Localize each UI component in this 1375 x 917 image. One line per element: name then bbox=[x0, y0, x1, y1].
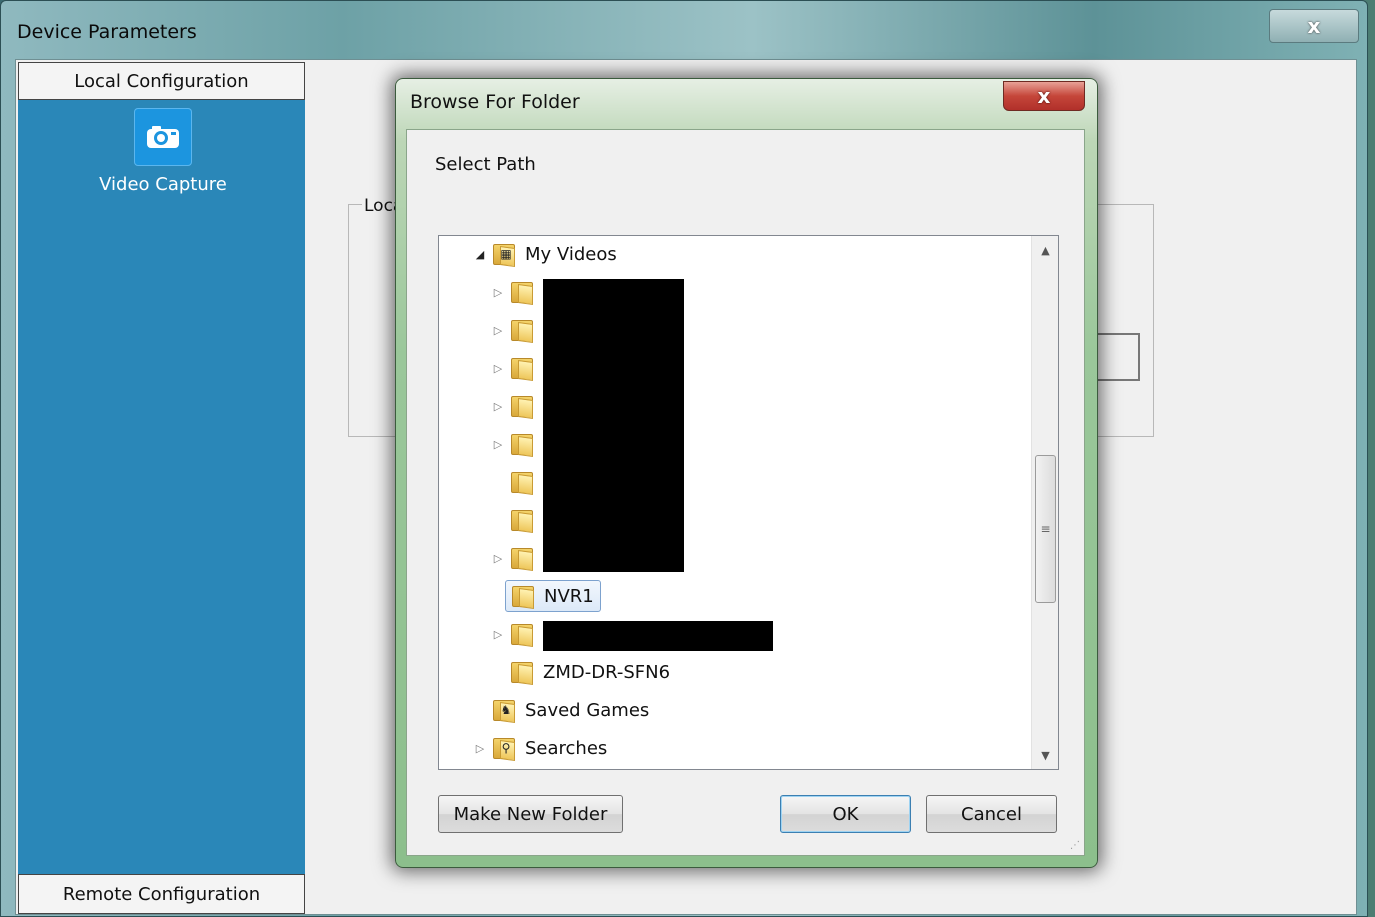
tree-item[interactable]: ▷ bbox=[491, 276, 543, 308]
window-title: Device Parameters bbox=[17, 21, 197, 43]
folder-icon bbox=[509, 621, 535, 648]
redacted-block bbox=[543, 279, 684, 572]
sidebar-item-video-capture[interactable]: Video Capture bbox=[78, 108, 248, 204]
tree-item[interactable]: ▷ bbox=[491, 314, 543, 346]
tree-item[interactable]: ▷ bbox=[491, 428, 543, 460]
folder-icon bbox=[509, 317, 535, 344]
tree-item[interactable]: ▷ bbox=[491, 352, 543, 384]
videos-folder-icon: ▦ bbox=[491, 241, 517, 268]
tree-item[interactable]: ▷ bbox=[491, 542, 543, 574]
tree-item-label: ZMD-DR-SFN6 bbox=[543, 661, 671, 683]
saved-games-folder-icon: ♞ bbox=[491, 697, 517, 724]
collapsed-arrow-icon[interactable]: ▷ bbox=[473, 741, 487, 755]
scrollbar-thumb[interactable]: ≡ bbox=[1035, 455, 1056, 603]
video-capture-label: Video Capture bbox=[99, 174, 227, 195]
collapsed-arrow-icon[interactable]: ▷ bbox=[491, 551, 505, 565]
dialog-close-button[interactable]: x bbox=[1003, 81, 1085, 111]
folder-icon bbox=[509, 355, 535, 382]
resize-grip-icon[interactable]: ⋰ bbox=[1070, 840, 1080, 851]
ok-button[interactable]: OK bbox=[780, 795, 911, 833]
tree-item[interactable]: ▷ bbox=[491, 390, 543, 422]
vertical-scrollbar[interactable]: ▲ ≡ ▼ bbox=[1031, 236, 1058, 769]
tree-item-label: Saved Games bbox=[525, 699, 650, 721]
redacted-block bbox=[543, 621, 773, 651]
browse-for-folder-dialog: Browse For Folder x Select Path ◢ ▦ My V… bbox=[395, 78, 1098, 868]
tree-item-searches[interactable]: ▷ ⚲ Searches bbox=[473, 732, 607, 764]
tree-item-saved-games[interactable]: ♞ Saved Games bbox=[491, 694, 649, 726]
tree-item-label: NVR1 bbox=[544, 585, 594, 607]
tree-item[interactable] bbox=[491, 504, 543, 536]
make-new-folder-button[interactable]: Make New Folder bbox=[438, 795, 623, 833]
tree-item-zmd-dr-sfn6[interactable]: ZMD-DR-SFN6 bbox=[509, 656, 670, 688]
folder-icon bbox=[509, 279, 535, 306]
tree-item-label: My Videos bbox=[525, 243, 617, 265]
dialog-title: Browse For Folder bbox=[410, 91, 580, 113]
folder-icon bbox=[509, 659, 535, 686]
collapsed-arrow-icon[interactable]: ▷ bbox=[491, 399, 505, 413]
expanded-arrow-icon[interactable]: ◢ bbox=[473, 247, 487, 261]
sidebar: Local Configuration Video Capture Remote… bbox=[18, 62, 305, 914]
collapsed-arrow-icon[interactable]: ▷ bbox=[491, 627, 505, 641]
folder-icon bbox=[509, 507, 535, 534]
scroll-up-arrow-icon[interactable]: ▲ bbox=[1032, 238, 1058, 262]
tree-item[interactable]: ▷ bbox=[491, 618, 543, 650]
select-path-prompt: Select Path bbox=[435, 154, 536, 175]
tree-item[interactable] bbox=[491, 466, 543, 498]
local-configuration-tab[interactable]: Local Configuration bbox=[18, 62, 305, 100]
searches-folder-icon: ⚲ bbox=[491, 735, 517, 762]
folder-icon bbox=[510, 583, 536, 610]
folder-icon bbox=[509, 545, 535, 572]
cancel-button[interactable]: Cancel bbox=[926, 795, 1057, 833]
collapsed-arrow-icon[interactable]: ▷ bbox=[491, 437, 505, 451]
folder-icon bbox=[509, 431, 535, 458]
collapsed-arrow-icon[interactable]: ▷ bbox=[491, 361, 505, 375]
tree-item-nvr1[interactable]: NVR1 bbox=[505, 578, 601, 614]
collapsed-arrow-icon[interactable]: ▷ bbox=[491, 323, 505, 337]
folder-icon bbox=[509, 393, 535, 420]
collapsed-arrow-icon[interactable]: ▷ bbox=[491, 285, 505, 299]
selected-node[interactable]: NVR1 bbox=[505, 580, 601, 612]
dialog-client-area: Select Path ◢ ▦ My Videos ▷ ▷ ▷ ▷ ▷ ▷ NV… bbox=[406, 129, 1085, 856]
remote-configuration-tab[interactable]: Remote Configuration bbox=[18, 874, 305, 914]
tree-item-my-videos[interactable]: ◢ ▦ My Videos bbox=[473, 238, 617, 270]
window-close-button[interactable]: x bbox=[1269, 9, 1359, 43]
scroll-down-arrow-icon[interactable]: ▼ bbox=[1032, 743, 1058, 767]
tree-item-label: Searches bbox=[525, 737, 608, 759]
folder-icon bbox=[509, 469, 535, 496]
folder-tree[interactable]: ◢ ▦ My Videos ▷ ▷ ▷ ▷ ▷ ▷ NVR1 ▷ ZMD-DR-… bbox=[438, 235, 1059, 770]
browse-button-partial[interactable] bbox=[1096, 333, 1140, 381]
camera-icon bbox=[134, 108, 192, 166]
